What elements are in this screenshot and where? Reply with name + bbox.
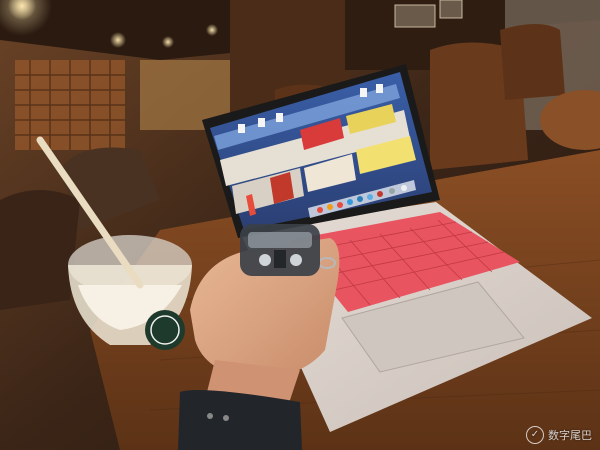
earbuds-case [240,224,320,276]
file-icon [376,84,383,93]
app-icon [317,207,323,213]
watermark-text: 数字尾巴 [548,429,592,442]
watermark: ✓ 数字尾巴 [526,426,592,444]
app-icon [377,191,383,197]
file-icon [276,113,283,122]
wall-picture [439,0,463,19]
wooden-chair [500,24,565,100]
watch-pin [223,415,229,421]
wall-picture [394,4,436,28]
app-icon [327,204,333,210]
app-icon [337,202,343,208]
ceiling-light [162,36,174,48]
ceiling-light [110,32,126,48]
photo-canvas [0,0,600,450]
earbud-left [259,254,271,266]
lattice-wall [15,60,125,150]
app-icon [389,188,395,194]
app-icon [357,196,363,202]
armchair [0,190,80,310]
ceiling-light [206,24,218,36]
watch-pin [207,413,213,419]
cafe-photo: ✓ 数字尾巴 [0,0,600,450]
app-icon [401,185,407,191]
leaf-logo-icon: ✓ [526,426,544,444]
file-icon [360,88,367,97]
case-lid [248,232,312,248]
file-icon [258,118,265,127]
file-icon [238,124,245,133]
app-icon [367,194,373,200]
app-icon [347,199,353,205]
earbud-right [290,254,302,266]
